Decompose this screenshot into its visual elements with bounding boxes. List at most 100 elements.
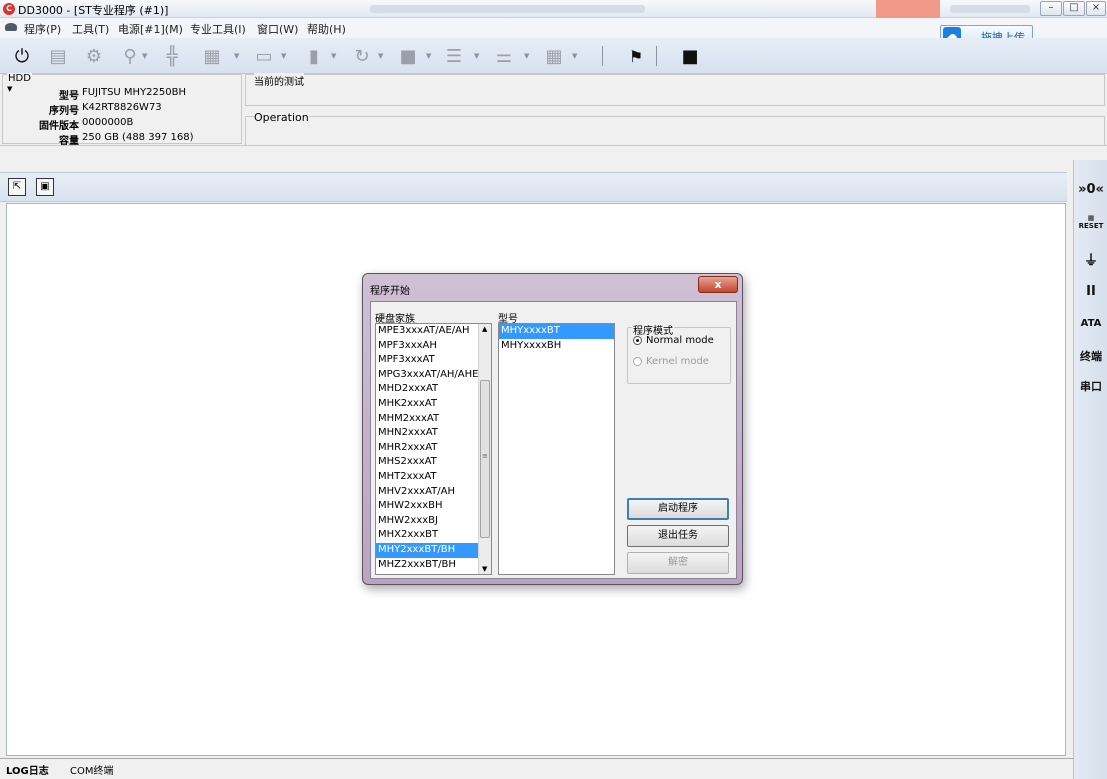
tree-icon[interactable]: ⚌ [492, 44, 516, 68]
model-list-item[interactable]: MHYxxxxBT [499, 324, 614, 339]
current-test-legend: 当前的测试 [254, 73, 304, 88]
dialog-body: 硬盘家族 型号 MPE3xxxAT/AE/AH MPF3xxxAH MPF3xxxA… [370, 301, 737, 579]
connector-icon[interactable]: ╬ [160, 44, 184, 68]
stop-icon[interactable]: ■ [678, 44, 702, 68]
normal-mode-radio[interactable]: Normal mode [633, 335, 714, 346]
family-list-item[interactable]: MPE3xxxAT/AE/AH [376, 324, 491, 339]
menu-tools[interactable]: 工具(T) [72, 21, 109, 37]
dd3000-logo-icon: C [3, 3, 15, 15]
dialog-close-button[interactable]: x [698, 276, 738, 293]
kernel-mode-label: Kernel mode [646, 356, 709, 367]
family-scrollbar[interactable]: ▲ ≡ ▼ [478, 324, 491, 574]
family-list-item[interactable]: MHS2xxxAT [376, 455, 491, 470]
run-man-icon[interactable]: ⚑ [624, 44, 648, 68]
exit-task-button[interactable]: 退出任务 [627, 525, 729, 547]
model-list-item[interactable]: MHYxxxxBH [499, 339, 614, 354]
sidebar-serial[interactable]: 串口 [1074, 378, 1107, 394]
sidebar-reset[interactable]: ▦ RESET [1074, 214, 1107, 230]
document-icon[interactable]: ▤ [46, 44, 70, 68]
menu-help[interactable]: 帮助(H) [307, 21, 346, 37]
main-toolbar: ⏻ ▤ ⚙ ⚲ ▼ ╬ ▦ ▼ ▭ ▼ ▮ ▼ ↻ ▼ ■ ▼ ☰ ▼ ⚌ ▼ … [0, 38, 1107, 74]
sidebar-pause[interactable]: II [1074, 284, 1107, 299]
hdd-model-value: FUJITSU MHY2250BH [82, 87, 187, 98]
window-title: DD3000 - [ST专业程序 (#1)] [18, 4, 169, 17]
family-list-item[interactable]: MHK2xxxAT [376, 397, 491, 412]
radio-checked-icon [633, 336, 642, 345]
menu-pro-tools[interactable]: 专业工具(I) [190, 21, 246, 37]
sidebar-ata[interactable]: ATA [1074, 318, 1107, 329]
family-list-item[interactable]: MPF3xxxAH [376, 339, 491, 354]
family-list-item[interactable]: MHW2xxxBH [376, 499, 491, 514]
right-side-bar: »0« ▦ RESET ⏚ II ATA 终端 串口 [1073, 160, 1107, 779]
export-log-icon[interactable]: ⇱ [8, 178, 26, 196]
sector-view-icon[interactable]: ■ [396, 44, 420, 68]
list-icon[interactable]: ☰ [442, 44, 466, 68]
decrypt-button: 解密 [627, 552, 729, 574]
hdd-capacity-key: 容量 [59, 136, 79, 147]
family-list-item[interactable]: MHZ2xxxBT/BH [376, 558, 491, 573]
family-list-item[interactable]: MHN2xxxAT [376, 426, 491, 441]
sidebar-terminal[interactable]: 终端 [1074, 348, 1107, 364]
hdd-model-key: 型号 [59, 91, 79, 102]
kernel-mode-radio: Kernel mode [633, 356, 709, 367]
grid-icon[interactable]: ▦ [542, 44, 566, 68]
hdd-serial-value: K42RT8826W73 [82, 102, 162, 113]
gear-icon[interactable]: ⚙ [82, 44, 106, 68]
title-bar: C DD3000 - [ST专业程序 (#1)] – □ × [0, 0, 1107, 18]
chip-icon[interactable]: ▦ [200, 44, 224, 68]
operation-box: Operation [245, 111, 1105, 146]
taskbar-document-title [370, 5, 645, 13]
scroll-up-icon[interactable]: ▲ [482, 325, 487, 333]
normal-mode-label: Normal mode [646, 335, 714, 346]
hdd-firmware-key: 固件版本 [39, 121, 79, 132]
hdd-legend: HDD [7, 73, 32, 84]
tab-com-terminal[interactable]: COM终端 [70, 762, 113, 777]
family-list-item[interactable]: MHM2xxxAT [376, 412, 491, 427]
family-list-item[interactable]: MHX2xxxBT [376, 528, 491, 543]
operation-legend: Operation [254, 111, 309, 124]
sidebar-zero-fill[interactable]: »0« [1074, 182, 1107, 197]
dialog-title: 程序开始 [370, 286, 410, 297]
family-list-item[interactable]: MHW2xxxBJ [376, 514, 491, 529]
family-listbox[interactable]: MPE3xxxAT/AE/AH MPF3xxxAH MPF3xxxAT MPG3xxx… [375, 323, 492, 575]
taskbar-extra-items [950, 5, 1030, 13]
sidebar-power-plug-icon[interactable]: ⏚ [1074, 250, 1107, 270]
menu-program[interactable]: 程序(P) [24, 21, 61, 37]
close-window-button[interactable]: × [1086, 1, 1106, 16]
menu-window[interactable]: 窗口(W) [257, 21, 298, 37]
model-listbox[interactable]: MHYxxxxBT MHYxxxxBH [498, 323, 615, 575]
hdd-firmware-value: 0000000B [82, 117, 134, 128]
current-test-box: 当前的测试 [245, 73, 1105, 106]
maximize-button[interactable]: □ [1063, 1, 1085, 16]
minimize-button[interactable]: – [1040, 1, 1062, 16]
family-list-item[interactable]: MPG3xxxAT/AH/AHE [376, 368, 491, 383]
menu-power[interactable]: 电源[#1](M) [118, 21, 183, 37]
start-program-button[interactable]: 启动程序 [627, 498, 729, 520]
tab-log[interactable]: LOG日志 [6, 762, 49, 777]
family-list-item[interactable]: MPF3xxxAT [376, 353, 491, 368]
program-start-dialog: 程序开始 x 硬盘家族 型号 MPE3xxxAT/AE/AH MPF3xxxAH M… [362, 273, 743, 585]
scroll-down-icon[interactable]: ▼ [482, 565, 487, 573]
taskbar-red-button[interactable] [876, 0, 940, 18]
refresh-icon[interactable]: ↻ [350, 44, 374, 68]
hdd-dropdown-icon[interactable]: ▼ [7, 85, 12, 93]
radio-unchecked-icon [633, 357, 642, 366]
hdd-capacity-value: 250 GB (488 397 168) [82, 132, 194, 143]
program-mode-group: 程序模式 Normal mode Kernel mode [627, 322, 731, 384]
power-icon[interactable]: ⏻ [10, 44, 34, 68]
hdd-serial-key: 序列号 [49, 106, 79, 117]
save-log-icon[interactable]: ▣ [36, 178, 54, 196]
search-icon[interactable]: ⚲ [118, 44, 142, 68]
family-list-item[interactable]: MHY2xxxBT/BH [376, 542, 491, 558]
board-icon[interactable]: ▭ [252, 44, 276, 68]
memory-icon[interactable]: ▮ [302, 44, 326, 68]
hdd-info-box: HDD ▼ 型号 FUJITSU MHY2250BH 序列号 K42RT8826… [2, 73, 242, 147]
hdd-info-area: HDD ▼ 型号 FUJITSU MHY2250BH 序列号 K42RT8826… [0, 73, 1107, 147]
family-list-item[interactable]: MHT2xxxAT [376, 470, 491, 485]
drive-menu-icon[interactable] [5, 23, 17, 31]
log-panel-toolbar: ⇱ ▣ [0, 172, 1067, 202]
family-list-item[interactable]: MHR2xxxAT [376, 441, 491, 456]
family-list-item[interactable]: MHD2xxxAT [376, 382, 491, 397]
family-list-item[interactable]: MHV2xxxAT/AH [376, 485, 491, 500]
bottom-tab-bar: LOG日志 COM终端 [0, 758, 1073, 779]
